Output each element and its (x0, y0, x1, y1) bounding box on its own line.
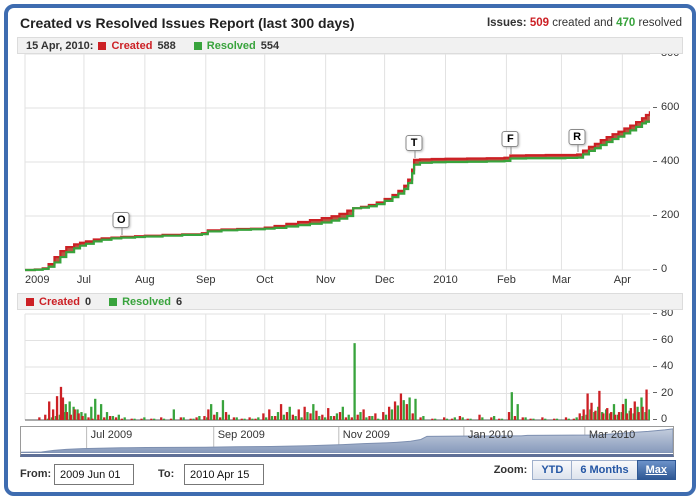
y-tick-label: 200 (653, 209, 679, 221)
page-title: Created vs Resolved Issues Report (last … (20, 15, 355, 31)
zoom-button-6-months[interactable]: 6 Months (571, 460, 637, 480)
y-tick-label: 600 (653, 101, 679, 113)
bar-y-tick-label: 40 (653, 360, 673, 372)
from-date-input[interactable] (54, 464, 134, 485)
main-chart-legend: 15 Apr, 2010: Created 588 Resolved 554 (17, 37, 683, 54)
issues-label: Issues: (487, 17, 527, 29)
flag-marker-T[interactable]: T (406, 135, 423, 151)
created-swatch-icon (26, 298, 34, 306)
resolved-swatch-icon (194, 42, 202, 50)
x-tick-label: Oct (256, 274, 273, 286)
flag-marker-F[interactable]: F (502, 131, 519, 147)
daily-bar-chart-plot[interactable] (17, 310, 650, 422)
navigator-month-label: Nov 2009 (339, 429, 390, 441)
created-legend-value: 588 (157, 40, 175, 52)
flag-marker-O[interactable]: O (113, 212, 130, 228)
issues-summary: Issues: 509 created and 470 resolved (487, 17, 682, 29)
x-tick-label: 2010 (433, 274, 457, 286)
issues-created-count: 509 (530, 17, 549, 29)
x-tick-label: Dec (375, 274, 395, 286)
navigator-month-label: Sep 2009 (214, 429, 265, 441)
resolved-legend-label[interactable]: Resolved (207, 40, 256, 52)
created-swatch-icon (98, 42, 106, 50)
y-tick-label: 0 (653, 263, 667, 275)
y-tick-label: 400 (653, 155, 679, 167)
bar-y-tick-label: 20 (653, 387, 673, 399)
bar-chart-legend: Created 0 Resolved 6 (17, 293, 683, 310)
bar-resolved-legend-label[interactable]: Resolved (122, 296, 171, 308)
created-legend-label[interactable]: Created (111, 40, 152, 52)
navigator-month-label: Mar 2010 (585, 429, 635, 441)
x-tick-label: 2009 (25, 274, 49, 286)
created-vs-resolved-report-widget: Created vs Resolved Issues Report (last … (4, 4, 696, 496)
resolved-legend-value: 554 (261, 40, 279, 52)
x-tick-label: Mar (552, 274, 571, 286)
footer-bar: From: To: Zoom: YTD6 MonthsMax (8, 463, 692, 492)
resolved-swatch-icon (109, 298, 117, 306)
from-label: From: (20, 468, 51, 480)
issues-resolved-text: resolved (635, 17, 682, 29)
bar-resolved-legend-value: 6 (176, 296, 182, 308)
flag-marker-R[interactable]: R (569, 129, 586, 145)
x-tick-label: Jul (77, 274, 91, 286)
navigator-month-label: Jul 2009 (87, 429, 133, 441)
to-label: To: (158, 468, 174, 480)
x-tick-label: Feb (497, 274, 516, 286)
zoom-label: Zoom: (494, 464, 528, 476)
bar-created-legend-value: 0 (85, 296, 91, 308)
zoom-button-max[interactable]: Max (637, 460, 676, 480)
navigator-month-label: Jan 2010 (464, 429, 513, 441)
issues-resolved-count: 470 (616, 17, 635, 29)
x-tick-label: Apr (614, 274, 631, 286)
cumulative-chart-plot[interactable]: O T F R (17, 50, 650, 272)
to-date-input[interactable] (184, 464, 264, 485)
legend-date-label: 15 Apr, 2010: (26, 40, 93, 52)
bar-y-tick-label: 60 (653, 334, 673, 346)
x-tick-label: Nov (316, 274, 336, 286)
bar-created-legend-label[interactable]: Created (39, 296, 80, 308)
zoom-controls: Zoom: YTD6 MonthsMax (494, 464, 676, 476)
issues-created-text: created and (549, 17, 616, 29)
daily-bar-chart-svg (17, 310, 650, 422)
zoom-button-ytd[interactable]: YTD (532, 460, 572, 480)
x-tick-label: Sep (196, 274, 216, 286)
bar-y-tick-label: 0 (653, 413, 667, 425)
cumulative-chart-svg (17, 50, 650, 272)
timeline-navigator[interactable]: Jul 2009 Sep 2009 Nov 2009 Jan 2010 Mar 2010 (20, 426, 674, 457)
x-tick-label: Aug (135, 274, 155, 286)
